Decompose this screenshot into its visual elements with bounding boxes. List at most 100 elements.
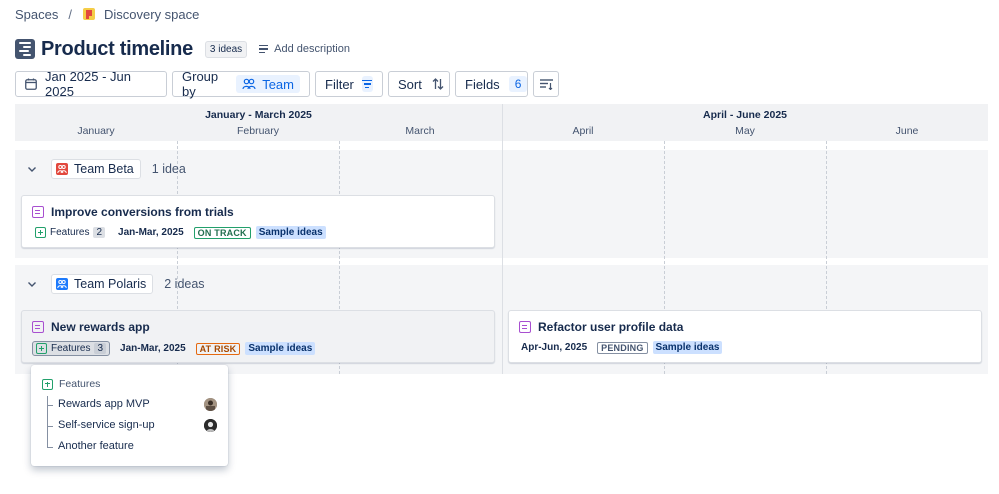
avatar [204,419,217,432]
sort-button[interactable]: Sort [388,71,450,97]
team-pill[interactable]: Team Polaris [51,274,154,294]
tree-connector [47,396,53,447]
date-range-button[interactable]: Jan 2025 - Jun 2025 [15,69,167,99]
quarter-label: April - June 2025 [702,109,788,121]
fields-button[interactable]: Fields 6 [455,71,528,97]
description-icon [259,44,269,54]
tree-connector [47,447,53,448]
features-label: Features [50,227,90,238]
features-popup: Features Rewards app MVP Self-service si… [31,365,228,466]
features-label: Features [51,343,91,354]
idea-icon [32,206,44,218]
idea-card-title-row: Refactor user profile data [519,320,683,334]
team-name: Team Beta [74,162,134,176]
idea-card[interactable]: New rewards app Features 3 Jan-Mar, 2025… [21,310,495,363]
idea-card[interactable]: Refactor user profile data Apr-Jun, 2025… [508,310,982,363]
filter-label: Filter [325,76,354,92]
fields-count-badge: 6 [508,76,528,92]
month-label: February [236,125,279,137]
view-settings-button[interactable] [533,71,559,97]
team-pill[interactable]: Team Beta [51,159,141,179]
idea-dates: Jan-Mar, 2025 [118,227,184,238]
tag-label: Sample ideas [652,341,723,354]
tag-label: Sample ideas [255,226,326,239]
avatar [204,398,217,411]
idea-card[interactable]: Improve conversions from trials Features… [21,195,495,248]
view-settings-icon [540,78,553,90]
status-badge: AT RISK [195,342,241,355]
feature-plus-icon [36,343,47,354]
chevron-down-icon[interactable] [27,279,37,289]
breadcrumb-separator: / [68,6,72,22]
idea-count-badge: 3 ideas [204,40,248,58]
timeline-view-icon [15,39,35,59]
quarter-label: January - March 2025 [205,109,312,121]
idea-dates: Jan-Mar, 2025 [120,343,186,354]
month-label: May [735,125,755,137]
idea-title: New rewards app [51,320,150,334]
idea-card-title-row: Improve conversions from trials [32,205,234,219]
filter-icon [361,76,373,92]
toolbar: Jan 2025 - Jun 2025 Group by Team Filter… [15,69,559,99]
tree-connector [47,405,53,406]
idea-title: Refactor user profile data [538,320,684,334]
feature-item[interactable]: Self-service sign-up [58,419,155,431]
status-badge: ON TRACK [193,226,251,239]
group-header-team-beta: Team Beta 1 idea [15,159,186,179]
page-title[interactable]: Product timeline [41,38,193,61]
add-description-button[interactable]: Add description [259,43,350,55]
sort-icon [432,78,444,90]
group-by-value: Team [262,76,294,92]
status-badge: PENDING [597,341,648,354]
timeline-grid: Team Beta 1 idea Improve conversions fro… [15,141,988,374]
group-by-label: Group by [182,69,219,99]
calendar-icon [25,78,37,90]
month-label: January [77,125,115,137]
timeline-header: January - March 2025 April - June 2025 J… [15,104,988,141]
team-name: Team Polaris [74,277,147,291]
breadcrumb-spaces-link[interactable]: Spaces [15,7,58,22]
idea-icon [519,321,531,333]
feature-item[interactable]: Another feature [58,440,134,452]
features-chip[interactable]: Features 2 [32,226,108,239]
breadcrumb-space-link[interactable]: Discovery space [104,7,199,22]
add-description-label: Add description [274,43,350,55]
date-range-label: Jan 2025 - Jun 2025 [45,69,132,99]
idea-dates: Apr-Jun, 2025 [521,342,588,353]
group-header-team-polaris: Team Polaris 2 ideas [15,274,205,294]
feature-plus-icon [35,227,46,238]
group-by-button[interactable]: Group by Team [172,69,310,99]
filter-button[interactable]: Filter [315,71,383,97]
group-idea-count: 1 idea [151,162,186,176]
idea-card-meta: Features 2 Jan-Mar, 2025 ON TRACK Sample… [32,226,326,239]
feature-item[interactable]: Rewards app MVP [58,398,150,410]
group-idea-count: 2 ideas [164,277,205,291]
group-by-value-chip: Team [236,75,300,93]
features-popup-title: Features [59,378,101,390]
features-count: 2 [93,227,106,238]
month-label: March [405,125,435,137]
features-count: 3 [94,343,107,354]
feature-plus-icon [42,378,53,390]
features-chip[interactable]: Features 3 [32,341,111,356]
features-popup-header: Features [42,378,100,390]
month-label: June [895,125,919,137]
breadcrumb: Spaces / Discovery space [15,6,199,22]
page-header: Product timeline 3 ideas Add description [15,37,350,61]
space-icon [82,7,96,21]
fields-label: Fields [465,76,500,92]
chevron-down-icon[interactable] [27,164,37,174]
idea-card-meta: Apr-Jun, 2025 PENDING Sample ideas [521,341,723,354]
idea-title: Improve conversions from trials [51,205,234,219]
sort-label: Sort [398,76,422,92]
tag-label: Sample ideas [245,342,316,355]
idea-card-meta: Features 3 Jan-Mar, 2025 AT RISK Sample … [32,341,316,356]
team-icon [56,278,68,290]
month-label: April [572,125,594,137]
quarter-gridline [502,141,503,374]
team-icon [56,163,68,175]
team-icon [242,78,256,90]
idea-icon [32,321,44,333]
idea-card-title-row: New rewards app [32,320,150,334]
tree-connector [47,426,53,427]
